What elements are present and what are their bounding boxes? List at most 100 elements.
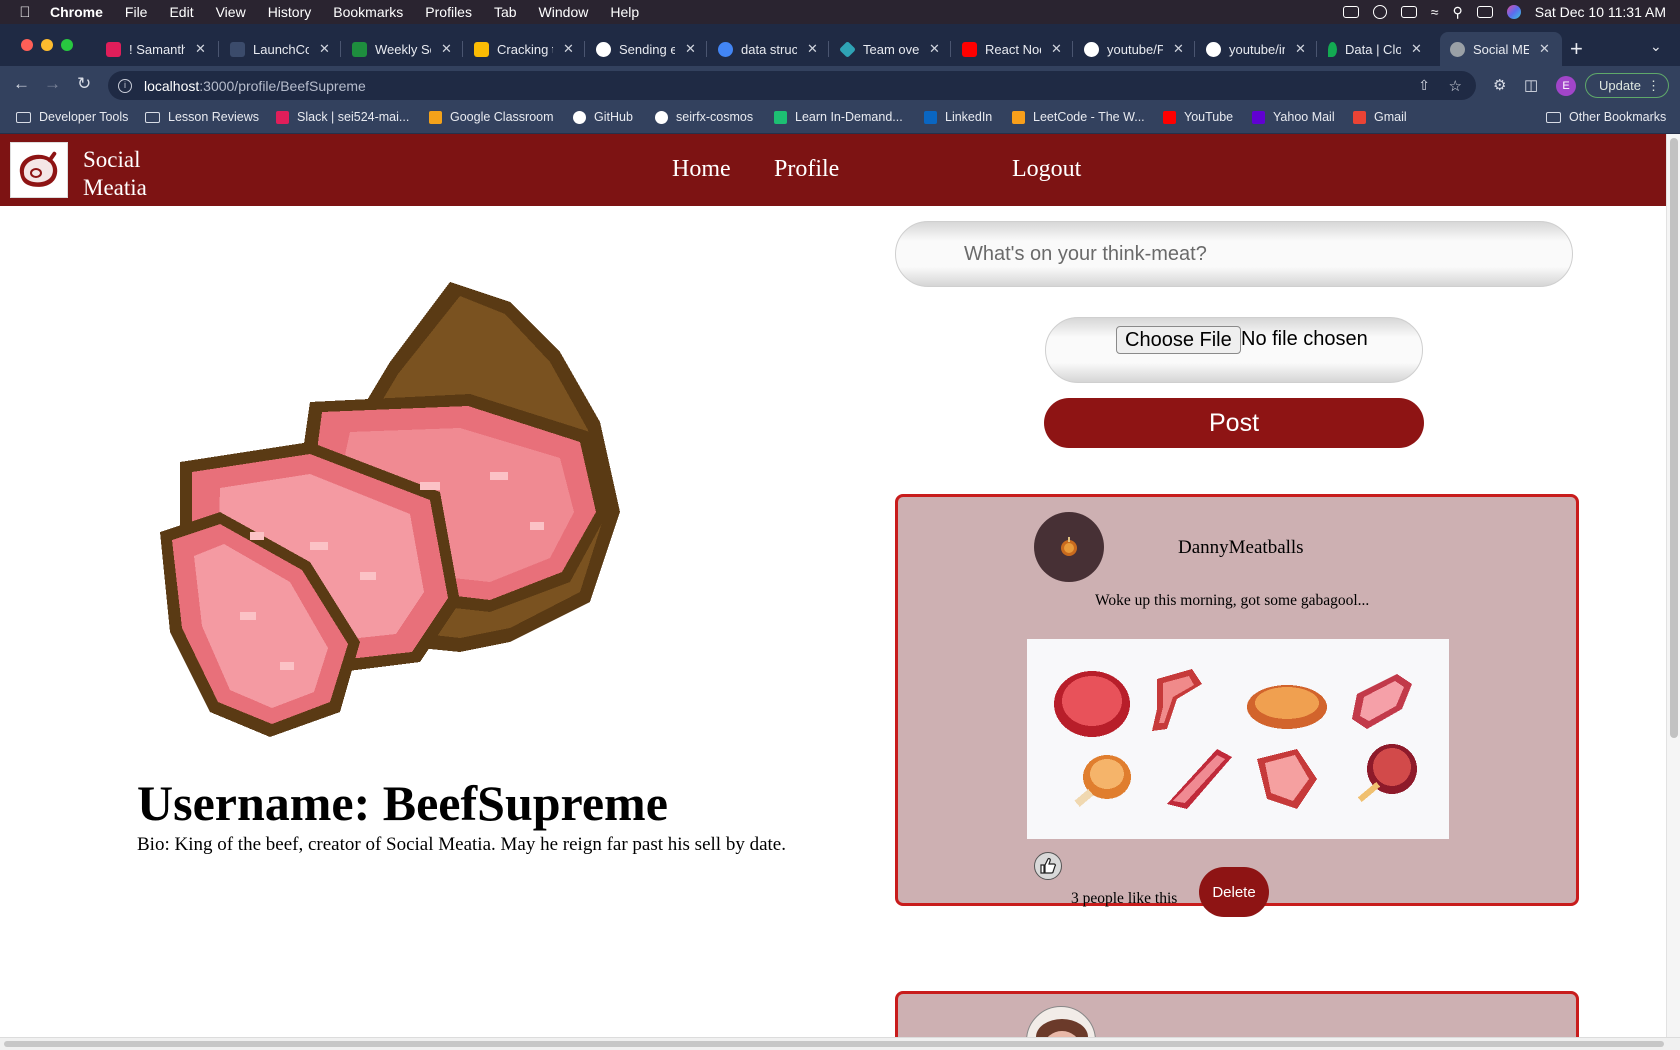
horizontal-scrollbar[interactable] xyxy=(0,1037,1680,1050)
browser-tab[interactable]: LaunchCode ✕ xyxy=(220,32,338,66)
post-author-avatar[interactable] xyxy=(1026,1006,1096,1037)
tab-close-icon[interactable]: ✕ xyxy=(441,41,452,57)
delete-post-button[interactable]: Delete xyxy=(1199,867,1269,917)
site-logo[interactable] xyxy=(10,142,68,198)
post-author-avatar[interactable] xyxy=(1034,512,1104,582)
browser-tab[interactable]: Sending emails ✕ xyxy=(586,32,704,66)
apple-icon[interactable]:  xyxy=(0,4,50,21)
control-center-icon[interactable] xyxy=(1476,6,1493,18)
bookmark-item[interactable]: YouTube xyxy=(1163,110,1233,124)
tab-close-icon[interactable]: ✕ xyxy=(1539,41,1550,57)
post-button[interactable]: Post xyxy=(1044,398,1424,448)
tab-close-icon[interactable]: ✕ xyxy=(563,41,574,57)
bookmark-item[interactable]: seirfx-cosmos xyxy=(655,110,753,124)
bookmark-folder[interactable]: Developer Tools xyxy=(16,110,128,124)
extensions-puzzle-icon[interactable]: ⚙ xyxy=(1493,76,1506,94)
post-like-count: 3 people like this xyxy=(1071,890,1178,907)
bookmark-folder[interactable]: Lesson Reviews xyxy=(145,110,259,124)
play-icon[interactable] xyxy=(1372,5,1387,19)
tab-close-icon[interactable]: ✕ xyxy=(1173,41,1184,57)
bookmark-item[interactable]: LinkedIn xyxy=(924,110,992,124)
menubar-clock[interactable]: Sat Dec 10 11:31 AM xyxy=(1535,4,1666,20)
menu-profiles[interactable]: Profiles xyxy=(425,4,472,20)
bookmark-item[interactable]: Learn In-Demand... xyxy=(774,110,903,124)
tab-close-icon[interactable]: ✕ xyxy=(195,41,206,57)
menu-view[interactable]: View xyxy=(216,4,246,20)
bookmark-star-icon[interactable]: ☆ xyxy=(1449,77,1462,95)
other-bookmarks-folder[interactable]: Other Bookmarks xyxy=(1546,110,1666,124)
browser-tab[interactable]: data structures ✕ xyxy=(708,32,826,66)
browser-tab[interactable]: Team overview ✕ xyxy=(830,32,948,66)
site-brand[interactable]: Social Meatia xyxy=(83,146,173,202)
scrollbar-thumb[interactable] xyxy=(1670,138,1678,738)
nav-home-link[interactable]: Home xyxy=(672,156,731,183)
menu-help[interactable]: Help xyxy=(610,4,639,20)
bookmark-item[interactable]: Slack | sei524-mai... xyxy=(276,110,409,124)
browser-tab[interactable]: youtube/ir ✕ xyxy=(1196,32,1314,66)
menu-edit[interactable]: Edit xyxy=(169,4,193,20)
browser-tab-active[interactable]: Social MEATia ✕ xyxy=(1440,32,1562,66)
update-button[interactable]: Update ⋮ xyxy=(1585,73,1669,98)
post-text-input[interactable] xyxy=(895,221,1573,287)
menu-file[interactable]: File xyxy=(125,4,148,20)
tab-close-icon[interactable]: ✕ xyxy=(1411,41,1422,57)
spotlight-search-icon[interactable]: ⚲ xyxy=(1452,4,1462,21)
keyboard-icon[interactable] xyxy=(1342,6,1359,18)
scrollbar-thumb[interactable] xyxy=(4,1041,1664,1047)
browser-tab[interactable]: Cracking the ✕ xyxy=(464,32,582,66)
browser-tab[interactable]: Weekly Schedule ✕ xyxy=(342,32,460,66)
globe-icon xyxy=(1450,41,1465,57)
menu-window[interactable]: Window xyxy=(539,4,589,20)
kebab-menu-icon[interactable]: ⋮ xyxy=(1647,78,1660,94)
bookmark-item[interactable]: Yahoo Mail xyxy=(1252,110,1335,124)
bookmark-label: Google Classroom xyxy=(450,110,554,124)
nav-logout-link[interactable]: Logout xyxy=(1012,156,1081,183)
tab-separator xyxy=(1316,41,1317,57)
choose-file-button[interactable]: Choose File xyxy=(1116,326,1241,354)
google-icon xyxy=(718,41,733,57)
post-author-name[interactable]: DannyMeatballs xyxy=(1178,537,1304,559)
bookmark-item[interactable]: Google Classroom xyxy=(429,110,554,124)
menu-tab[interactable]: Tab xyxy=(494,4,517,20)
back-arrow-icon[interactable]: ← xyxy=(13,74,30,94)
bookmark-item[interactable]: LeetCode - The W... xyxy=(1012,110,1145,124)
side-panel-icon[interactable]: ◫ xyxy=(1524,76,1538,94)
menu-bookmarks[interactable]: Bookmarks xyxy=(333,4,403,20)
menubar-status-area: ≈ ⚲ Sat Dec 10 11:31 AM xyxy=(1342,0,1666,24)
menu-history[interactable]: History xyxy=(268,4,312,20)
address-bar[interactable]: i localhost:3000/profile/BeefSupreme ⇧ ☆ xyxy=(108,71,1476,100)
new-tab-button[interactable]: + xyxy=(1570,36,1583,62)
profile-avatar[interactable]: E xyxy=(1556,76,1576,96)
siri-icon[interactable] xyxy=(1506,5,1521,19)
tab-close-icon[interactable]: ✕ xyxy=(1295,41,1306,57)
site-info-icon[interactable]: i xyxy=(118,78,132,93)
battery-icon[interactable] xyxy=(1400,6,1417,18)
tab-close-icon[interactable]: ✕ xyxy=(929,41,940,57)
site-navbar: Social Meatia Home Profile Logout xyxy=(0,134,1666,206)
menu-chrome[interactable]: Chrome xyxy=(50,4,103,20)
nav-profile-link[interactable]: Profile xyxy=(774,156,839,183)
tab-title: data structures xyxy=(741,41,797,57)
window-close-button[interactable] xyxy=(21,39,33,51)
browser-tab[interactable]: youtube/Pl ✕ xyxy=(1074,32,1192,66)
wifi-icon[interactable]: ≈ xyxy=(1431,4,1439,20)
tab-close-icon[interactable]: ✕ xyxy=(685,41,696,57)
browser-tab[interactable]: React Node ✕ xyxy=(952,32,1070,66)
tab-close-icon[interactable]: ✕ xyxy=(319,41,330,57)
bookmark-item[interactable]: Gmail xyxy=(1353,110,1407,124)
tab-title: LaunchCode xyxy=(253,41,309,57)
browser-tab[interactable]: ! Samantha ✕ xyxy=(96,32,214,66)
bookmark-item[interactable]: GitHub xyxy=(573,110,633,124)
tab-close-icon[interactable]: ✕ xyxy=(1051,41,1062,57)
vertical-scrollbar[interactable] xyxy=(1666,134,1680,1037)
browser-tab[interactable]: Data | Cloud ✕ xyxy=(1318,32,1436,66)
tab-close-icon[interactable]: ✕ xyxy=(807,41,818,57)
share-icon[interactable]: ⇧ xyxy=(1418,77,1430,94)
window-zoom-button[interactable] xyxy=(61,39,73,51)
like-thumbs-up-icon[interactable] xyxy=(1034,852,1062,880)
window-minimize-button[interactable] xyxy=(41,39,53,51)
reload-icon[interactable]: ↻ xyxy=(77,74,91,94)
tab-separator xyxy=(218,41,219,57)
forward-arrow-icon[interactable]: → xyxy=(44,74,61,94)
tab-search-chevron-icon[interactable]: ⌄ xyxy=(1650,38,1662,55)
